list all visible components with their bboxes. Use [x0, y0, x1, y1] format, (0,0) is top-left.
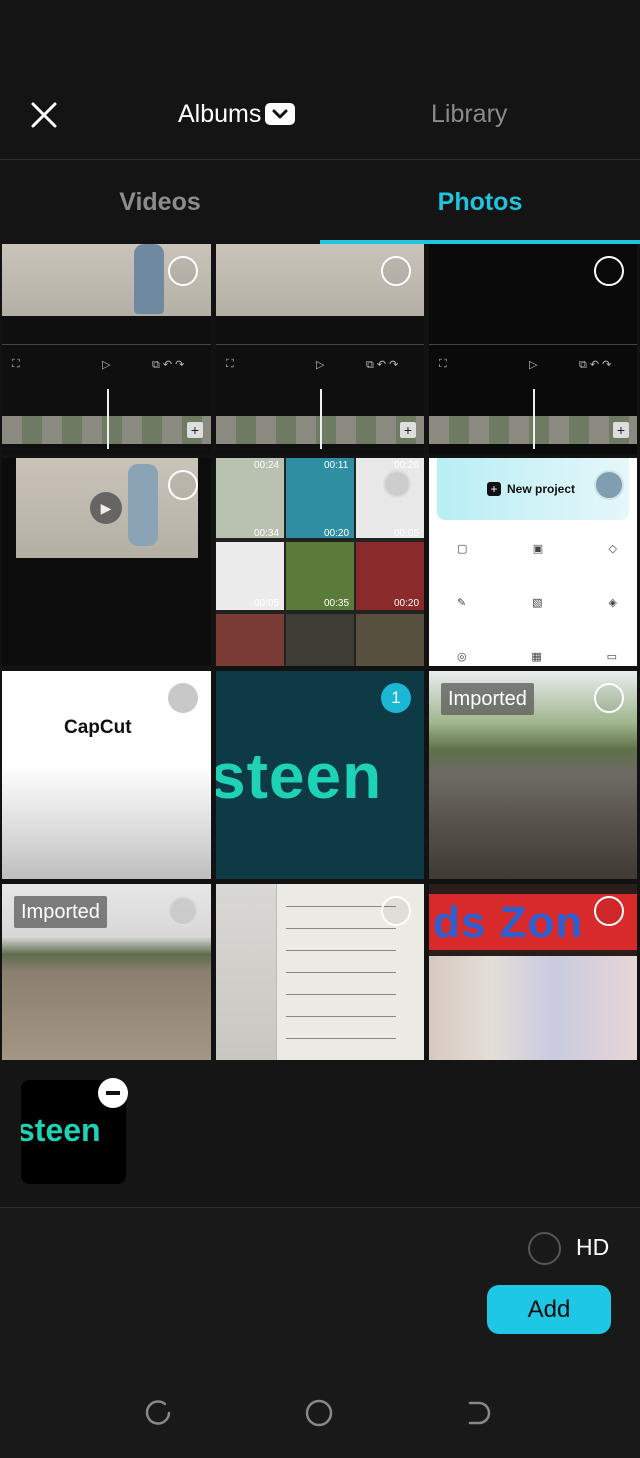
- library-tab[interactable]: Library: [431, 96, 507, 132]
- select-circle[interactable]: [594, 896, 624, 926]
- add-button[interactable]: Add: [487, 1285, 611, 1334]
- media-item[interactable]: ⛶ ▷ ⧉ ↶ ↷ +: [216, 244, 424, 454]
- duration-label: 00:20: [394, 598, 420, 609]
- media-item[interactable]: ds Zon: [429, 884, 637, 1060]
- duration-label: 00:20: [324, 528, 350, 539]
- select-circle[interactable]: [383, 470, 411, 498]
- media-item[interactable]: [216, 884, 424, 1060]
- albums-dropdown[interactable]: Albums: [178, 96, 296, 132]
- duration-label: 00:05: [254, 598, 280, 609]
- top-bar: Albums Library: [0, 0, 640, 160]
- duration-label: 00:35: [324, 598, 350, 609]
- bottom-bar: HD Add: [0, 1208, 640, 1458]
- media-item[interactable]: ⛶ ▷ ⧉ ↶ ↷ +: [2, 244, 211, 454]
- hd-label: HD: [576, 1234, 610, 1260]
- remove-icon[interactable]: [98, 1078, 128, 1108]
- duration-label: 00:34: [254, 528, 280, 539]
- chevron-down-icon: [265, 103, 296, 125]
- select-circle[interactable]: [594, 256, 624, 286]
- albums-label: Albums: [178, 99, 262, 128]
- home-icon[interactable]: [304, 1398, 334, 1428]
- select-circle[interactable]: [168, 896, 198, 926]
- imported-badge: Imported: [441, 683, 534, 715]
- tab-photos[interactable]: Photos: [320, 160, 640, 244]
- capcut-logo: CapCut: [64, 717, 132, 738]
- select-circle[interactable]: [168, 256, 198, 286]
- plus-icon: +: [487, 482, 501, 496]
- media-grid: ⛶ ▷ ⧉ ↶ ↷ + ⛶ ▷ ⧉ ↶ ↷ + ⛶ ▷ ⧉ ↶ ↷ + ▶ 00:24 00…: [0, 244, 640, 1060]
- media-item[interactable]: CapCut: [2, 671, 211, 879]
- media-item[interactable]: 00:24 00:11 00:26 00:34 00:20 00:05 00:0…: [216, 458, 424, 666]
- selection-number[interactable]: 1: [381, 683, 411, 713]
- hd-radio[interactable]: [528, 1232, 561, 1265]
- media-item[interactable]: steen 1: [216, 671, 424, 879]
- sign-text: ds Zon: [433, 898, 584, 947]
- select-circle[interactable]: [168, 683, 198, 713]
- media-item[interactable]: Imported: [429, 671, 637, 879]
- imported-badge: Imported: [14, 896, 107, 928]
- steen-logo: steen: [216, 740, 383, 812]
- media-item[interactable]: Imported: [2, 884, 211, 1060]
- media-item[interactable]: ⛶ ▷ ⧉ ↶ ↷ +: [429, 244, 637, 454]
- select-circle[interactable]: [381, 896, 411, 926]
- duration-label: 00:24: [254, 460, 280, 471]
- duration-label: 00:05: [394, 528, 420, 539]
- select-circle[interactable]: [594, 683, 624, 713]
- recent-apps-icon[interactable]: [144, 1398, 174, 1428]
- back-icon[interactable]: [464, 1398, 494, 1428]
- selected-tray: steen: [0, 1060, 640, 1208]
- media-item[interactable]: ▶: [2, 458, 211, 666]
- select-circle[interactable]: [168, 470, 198, 500]
- media-tabs: Videos Photos: [0, 160, 640, 244]
- duration-label: 00:11: [324, 460, 349, 471]
- play-icon: ▶: [90, 492, 122, 524]
- select-circle[interactable]: [594, 470, 624, 500]
- tab-videos[interactable]: Videos: [0, 160, 320, 244]
- new-project-label: New project: [507, 482, 576, 496]
- steen-logo: steen: [21, 1112, 101, 1148]
- select-circle[interactable]: [381, 256, 411, 286]
- media-item[interactable]: New project + ▢ ▣ ◇ ✎ ▧ ◈ ◎ ▦ ▭: [429, 458, 637, 666]
- close-icon[interactable]: [24, 95, 64, 135]
